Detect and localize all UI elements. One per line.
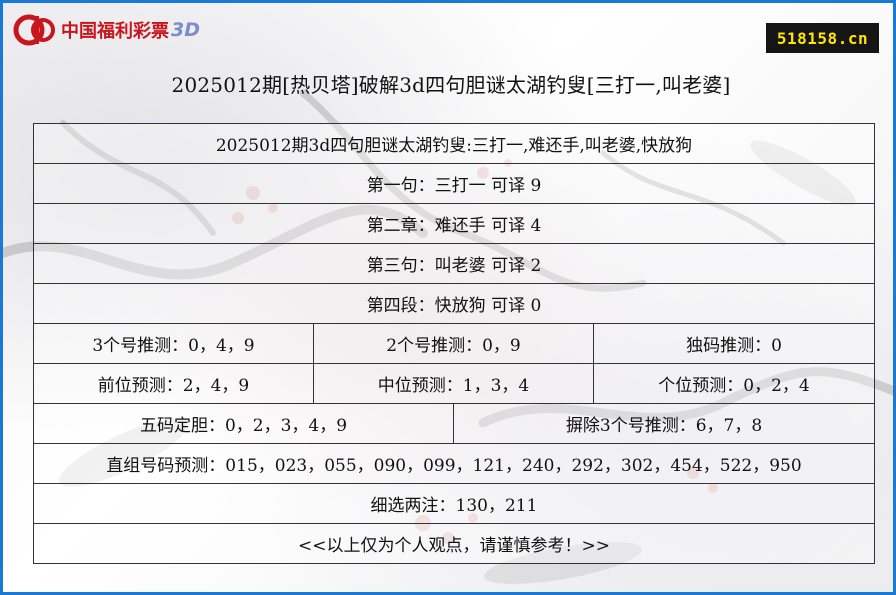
riddle-line-1: 第一句：三打一 可译 9	[32, 163, 876, 204]
table-row: 前位预测：2，4，9 中位预测：1，3，4 个位预测：0，2，4	[33, 363, 876, 404]
riddle-line-2: 第二章：难还手 可译 4	[32, 203, 876, 244]
front-position-cell: 前位预测：2，4，9	[33, 363, 314, 404]
riddle-line-4: 第四段：快放狗 可译 0	[32, 283, 876, 324]
direct-group-cell: 直组号码预测：015，023，055，090，099，121，240，292，3…	[32, 443, 876, 484]
table-row: <<以上仅为个人观点，请谨慎参考！>>	[32, 523, 876, 564]
exclude-three-cell: 摒除3个号推测：6，7，8	[452, 403, 876, 444]
table-row: 3个号推测：0，4，9 2个号推测：0，9 独码推测：0	[33, 323, 876, 364]
prediction-table: 2025012期3d四句胆谜太湖钓叟:三打一,难还手,叫老婆,快放狗 第一句：三…	[32, 123, 876, 564]
page-title: 2025012期[热贝塔]破解3d四句胆谜太湖钓叟[三打一,叫老婆]	[171, 73, 731, 97]
table-row: 第一句：三打一 可译 9	[32, 163, 876, 204]
three-numbers-cell: 3个号推测：0，4，9	[33, 323, 314, 364]
fine-pick-cell: 细选两注：130，211	[32, 483, 876, 524]
table-row: 第三句：叫老婆 可译 2	[32, 243, 876, 284]
table-row: 细选两注：130，211	[32, 483, 876, 524]
site-badge: 518158.cn	[766, 23, 879, 53]
table-row: 2025012期3d四句胆谜太湖钓叟:三打一,难还手,叫老婆,快放狗	[32, 123, 876, 164]
image-frame: 中国福利彩票 3D 518158.cn 2025012期[热贝塔]破解3d四句胆…	[0, 0, 896, 595]
riddle-line-3: 第三句：叫老婆 可译 2	[32, 243, 876, 284]
logo-text: 中国福利彩票	[61, 21, 169, 42]
riddle-heading-cell: 2025012期3d四句胆谜太湖钓叟:三打一,难还手,叫老婆,快放狗	[32, 123, 876, 164]
lottery-logo-icon	[13, 14, 55, 46]
table-row: 五码定胆：0，2，3，4，9 摒除3个号推测：6，7，8	[33, 403, 876, 444]
middle-position-cell: 中位预测：1，3，4	[313, 363, 594, 404]
single-code-cell: 独码推测：0	[592, 323, 876, 364]
table-row: 直组号码预测：015，023，055，090，099，121，240，292，3…	[32, 443, 876, 484]
two-numbers-cell: 2个号推测：0，9	[313, 323, 594, 364]
five-code-gall-cell: 五码定胆：0，2，3，4，9	[33, 403, 454, 444]
table-row: 第四段：快放狗 可译 0	[32, 283, 876, 324]
logo-3d-suffix: 3D	[171, 19, 200, 41]
welfare-lottery-logo: 中国福利彩票 3D	[13, 12, 200, 48]
unit-position-cell: 个位预测：0，2，4	[592, 363, 876, 404]
disclaimer-cell: <<以上仅为个人观点，请谨慎参考！>>	[32, 523, 876, 564]
table-row: 第二章：难还手 可译 4	[32, 203, 876, 244]
